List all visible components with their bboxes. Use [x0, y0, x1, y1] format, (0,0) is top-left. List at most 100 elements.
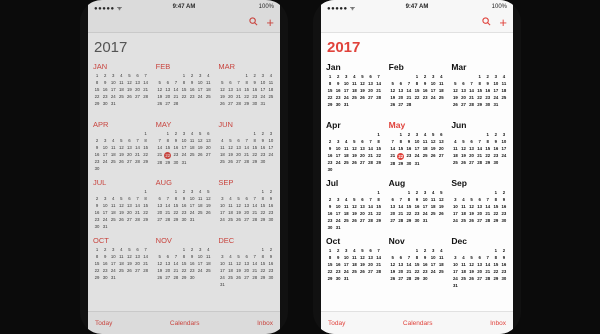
day-cell: 2: [336, 74, 340, 79]
day-cell: 13: [205, 138, 211, 143]
calendars-button[interactable]: Calendars: [170, 320, 200, 327]
day-cell: 15: [94, 261, 100, 266]
search-icon[interactable]: [249, 16, 258, 30]
day-cell: 17: [414, 146, 420, 151]
day-cell: 25: [422, 153, 428, 158]
day-cell: 5: [229, 138, 232, 143]
day-cell: 22: [252, 152, 258, 157]
day-cell: 3: [431, 74, 435, 79]
day-cell: 23: [189, 94, 195, 99]
month-3[interactable]: APR 1 2 3 4 5 6 7 8 9 10 11 12 13 14 15 16 17 18 19 20 21 22 23…: [93, 120, 150, 174]
day-cell: 20: [477, 269, 483, 274]
day-cell: 11: [206, 80, 211, 85]
day-grid: 1 2 3 4 5 6 7 8 9 10 11 12 13 14 15 16 17 18 19 20 21 22 23 24 2…: [93, 73, 150, 107]
blank-day: [476, 190, 484, 196]
day-cell: 15: [143, 203, 148, 208]
month-2[interactable]: MAR 1 2 3 4 5 6 7 8 9 10 11 12 13 14 15 16 17 18 19 20 21 22 23…: [218, 62, 275, 116]
blank-day: [389, 74, 397, 80]
month-10[interactable]: Nov 1 2 3 4 5 6 7 8 9 10 11 12 13 14 15 16 17 18 19 20 21 22 23…: [389, 236, 446, 290]
day-cell: 19: [157, 268, 163, 273]
month-3[interactable]: Apr 1 2 3 4 5 6 7 8 9 10 11 12 13 14 15 16 17 18 19 20 21 22 23…: [326, 120, 383, 174]
day-cell: 15: [173, 203, 179, 208]
month-9[interactable]: OCT 1 2 3 4 5 6 7 8 9 10 11 12 13 14 15 16 17 18 19 20 21 22 23…: [93, 236, 150, 290]
day-cell: 7: [377, 248, 380, 253]
day-cell: 14: [143, 80, 148, 85]
month-5[interactable]: JUN 1 2 3 4 5 6 7 8 9 10 11 12 13 14 15 16 17 18 19 20 21 22 23…: [218, 120, 275, 174]
month-7[interactable]: AUG 1 2 3 4 5 6 7 8 9 10 11 12 13 14 15 16 17 18 19 20 21 22 23…: [156, 178, 213, 232]
day-cell: 24: [422, 211, 428, 216]
day-cell: 15: [477, 88, 483, 93]
day-cell: 31: [110, 101, 116, 106]
day-cell: 19: [228, 152, 233, 157]
day-cell: 12: [390, 262, 396, 267]
day-cell: 6: [166, 254, 169, 259]
today-button[interactable]: Today: [328, 320, 345, 327]
day-cell: 30: [493, 160, 499, 165]
month-6[interactable]: Jul 1 2 3 4 5 6 7 8 9 10 11 12 13 14 15 16 17 18 19 20 21 22 23…: [326, 178, 383, 232]
day-cell: 16: [327, 211, 333, 216]
month-0[interactable]: Jan 1 2 3 4 5 6 7 8 9 10 11 12 13 14 15 16 17 18 19 20 21 22 23…: [326, 62, 383, 116]
day-cell: 16: [406, 146, 412, 151]
month-11[interactable]: Dec 1 2 3 4 5 6 7 8 9 10 11 12 13 14 15 16 17 18 19 20 21 22 23…: [451, 236, 508, 290]
day-cell: 14: [135, 203, 140, 208]
day-cell: 15: [406, 204, 412, 209]
month-8[interactable]: SEP 1 2 3 4 5 6 7 8 9 10 11 12 13 14 15 16 17 18 19 20 21 22 23…: [218, 178, 275, 232]
day-cell: 13: [135, 80, 140, 85]
month-7[interactable]: Aug 1 2 3 4 5 6 7 8 9 10 11 12 13 14 15 16 17 18 19 20 21 22 23…: [389, 178, 446, 232]
day-cell: 24: [197, 94, 203, 99]
month-9[interactable]: Oct 1 2 3 4 5 6 7 8 9 10 11 12 13 14 15 16 17 18 19 20 21 22 23…: [326, 236, 383, 290]
day-cell: 18: [205, 87, 211, 92]
blank-day: [459, 248, 467, 254]
day-cell: 28: [157, 160, 163, 165]
day-cell: 27: [368, 269, 373, 274]
calendars-button[interactable]: Calendars: [403, 320, 433, 327]
day-cell: 18: [351, 88, 357, 93]
day-cell: 13: [157, 203, 163, 208]
today-button[interactable]: Today: [95, 320, 112, 327]
month-1[interactable]: FEB 1 2 3 4 5 6 7 8 9 10 11 12 13 14 15 16 17 18 19 20 21 22 23…: [156, 62, 213, 116]
day-cell: 23: [94, 217, 100, 222]
day-cell: 12: [118, 145, 124, 150]
month-6[interactable]: JUL 1 2 3 4 5 6 7 8 9 10 11 12 13 14 15 16 17 18 19 20 21 22 23…: [93, 178, 150, 232]
day-cell: 28: [376, 269, 381, 274]
day-cell: 9: [190, 80, 194, 85]
month-5[interactable]: Jun 1 2 3 4 5 6 7 8 9 10 11 12 13 14 15 16 17 18 19 20 21 22 23…: [451, 120, 508, 174]
day-cell: 8: [95, 254, 99, 259]
day-cell: 5: [120, 196, 123, 201]
day-cell: 11: [119, 80, 124, 85]
month-1[interactable]: Feb 1 2 3 4 5 6 7 8 9 10 11 12 13 14 15 16 17 18 19 20 21 22 23…: [389, 62, 446, 116]
month-4[interactable]: MAY 1 2 3 4 5 6 7 8 9 10 11 12 13 14 15 16 17 18 19 20 21 22 23…: [156, 120, 213, 174]
month-0[interactable]: JAN 1 2 3 4 5 6 7 8 9 10 11 12 13 14 15 16 17 18 19 20 21 22 23…: [93, 62, 150, 116]
month-11[interactable]: DEC 1 2 3 4 5 6 7 8 9 10 11 12 13 14 15 16 17 18 19 20 21 22 23…: [218, 236, 275, 290]
day-cell: 10: [197, 254, 203, 259]
month-10[interactable]: NOV 1 2 3 4 5 6 7 8 9 10 11 12 13 14 15 16 17 18 19 20 21 22 23…: [156, 236, 213, 290]
day-cell: 19: [118, 210, 124, 215]
day-cell: 19: [127, 87, 132, 92]
plus-icon[interactable]: +: [266, 16, 274, 30]
day-cell: 6: [361, 139, 364, 144]
day-cell: 8: [377, 139, 380, 144]
day-cell: 15: [376, 146, 381, 151]
day-cell: 29: [143, 217, 148, 222]
day-cell: 2: [502, 190, 506, 195]
day-cell: 16: [260, 145, 266, 150]
day-cell: 5: [221, 80, 224, 85]
day-cell: 29: [493, 276, 499, 281]
day-cell: 6: [399, 81, 402, 86]
day-cell: 14: [477, 146, 483, 151]
plus-icon[interactable]: +: [499, 16, 507, 30]
search-icon[interactable]: [482, 16, 491, 30]
day-cell: 16: [501, 262, 507, 267]
blank-day: [133, 131, 141, 137]
day-cell: 1: [407, 190, 411, 195]
blank-day: [164, 247, 172, 253]
month-4[interactable]: May 1 2 3 4 5 6 7 8 9 10 11 12 13 14 15 16 17 18 19 20 21 22 23…: [389, 120, 446, 174]
day-cell: 28: [173, 101, 179, 106]
inbox-button[interactable]: Inbox: [490, 320, 506, 327]
blank-day: [243, 131, 251, 137]
month-8[interactable]: Sep 1 2 3 4 5 6 7 8 9 10 11 12 13 14 15 16 17 18 19 20 21 22 23…: [451, 178, 508, 232]
month-2[interactable]: Mar 1 2 3 4 5 6 7 8 9 10 11 12 13 14 15 16 17 18 19 20 21 22 23…: [451, 62, 508, 116]
status-time: 9:47 AM: [405, 4, 429, 10]
month-name: Oct: [326, 236, 341, 246]
inbox-button[interactable]: Inbox: [257, 320, 273, 327]
